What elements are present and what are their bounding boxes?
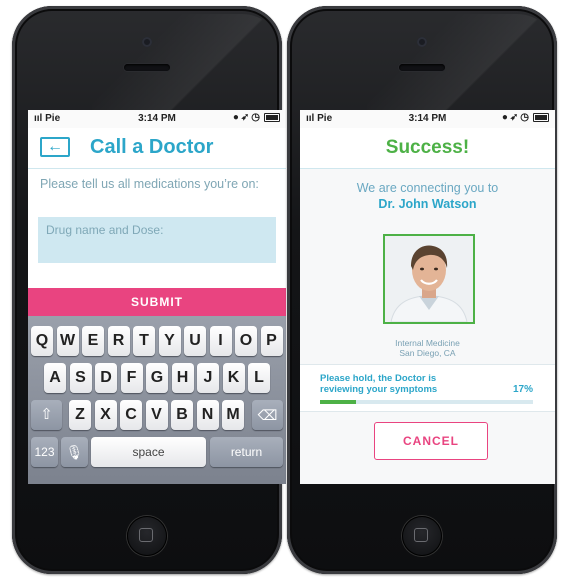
keyboard-row-4: 123 🎙 space return — [28, 437, 286, 474]
key-p[interactable]: P — [260, 326, 283, 356]
back-button[interactable]: ← — [40, 137, 70, 157]
phone-right: ııl Pie 3:14 PM ●➶◷ Success! We are conn… — [287, 6, 557, 574]
space-key[interactable]: space — [91, 437, 206, 467]
lock-icon: ● — [232, 112, 241, 123]
key-m[interactable]: M — [222, 400, 244, 430]
doctor-photo — [383, 234, 475, 324]
keyboard: QWERTYUIOP ASDFGHJKL ⇧ ⌫ ZXCVBNM 123 🎙 s… — [28, 316, 286, 484]
key-g[interactable]: G — [146, 363, 168, 393]
key-z[interactable]: Z — [69, 400, 91, 430]
delete-key[interactable]: ⌫ — [252, 400, 283, 430]
keyboard-row-3: ⇧ ⌫ ZXCVBNM — [28, 400, 286, 437]
key-a[interactable]: A — [44, 363, 66, 393]
key-j[interactable]: J — [197, 363, 219, 393]
key-o[interactable]: O — [235, 326, 257, 356]
success-screen: ııl Pie 3:14 PM ●➶◷ Success! We are conn… — [300, 110, 555, 484]
key-i[interactable]: I — [209, 326, 232, 356]
key-r[interactable]: R — [107, 326, 130, 356]
key-l[interactable]: L — [248, 363, 270, 393]
doctor-specialty: Internal Medicine — [395, 338, 460, 348]
progress-percent: 17% — [512, 384, 533, 395]
return-key[interactable]: return — [210, 437, 283, 467]
progress-fill — [320, 400, 357, 404]
drug-input-placeholder: Drug name and Dose: — [46, 223, 164, 237]
medications-prompt: Please tell us all medications you’re on… — [40, 177, 259, 191]
hold-message: Please hold, the Doctor is reviewing you… — [320, 373, 438, 395]
nav-bar: ← Call a Doctor — [28, 128, 286, 169]
keyboard-row-1: QWERTYUIOP — [28, 326, 286, 363]
backspace-icon: ⌫ — [257, 407, 278, 423]
cancel-button[interactable]: CANCEL — [374, 422, 488, 460]
drug-input[interactable]: Drug name and Dose: — [38, 217, 276, 263]
dictation-key[interactable]: 🎙 — [61, 437, 88, 467]
lock-icon: ● — [501, 112, 510, 123]
status-bar: ııl Pie 3:14 PM ●➶◷ — [300, 110, 555, 128]
connecting-text: We are connecting you to — [356, 181, 499, 195]
camera — [142, 37, 152, 47]
shift-icon: ⇧ — [40, 406, 53, 423]
battery-icon — [264, 112, 280, 122]
progress-section: Please hold, the Doctor is reviewing you… — [300, 364, 555, 412]
key-d[interactable]: D — [95, 363, 117, 393]
alarm-icon: ◷ — [251, 112, 262, 123]
progress-track — [320, 400, 533, 404]
doctor-portrait-icon — [385, 236, 473, 322]
key-u[interactable]: U — [184, 326, 206, 356]
numbers-key[interactable]: 123 — [31, 437, 58, 467]
key-c[interactable]: C — [120, 400, 142, 430]
microphone-icon: 🎙 — [65, 444, 84, 460]
keyboard-row-2: ASDFGHJKL — [28, 363, 286, 400]
earpiece-speaker — [124, 64, 170, 71]
status-icons: ●➶◷ — [502, 112, 549, 123]
shift-key[interactable]: ⇧ — [31, 400, 62, 430]
call-doctor-screen: ııl Pie 3:14 PM ●➶◷ ← Call a Doctor Plea… — [28, 110, 286, 484]
key-q[interactable]: Q — [31, 326, 53, 356]
key-y[interactable]: Y — [158, 326, 181, 356]
location-icon: ➶ — [509, 112, 521, 123]
key-s[interactable]: S — [69, 363, 92, 393]
success-title: Success! — [300, 128, 555, 169]
key-t[interactable]: T — [133, 326, 155, 356]
doctor-name: Dr. John Watson — [378, 197, 477, 211]
status-icons: ●➶◷ — [233, 112, 280, 123]
location-icon: ➶ — [240, 112, 252, 123]
key-b[interactable]: B — [171, 400, 193, 430]
alarm-icon: ◷ — [520, 112, 531, 123]
camera — [417, 37, 427, 47]
home-button[interactable] — [127, 516, 167, 556]
status-bar: ııl Pie 3:14 PM ●➶◷ — [28, 110, 286, 128]
phone-left: ııl Pie 3:14 PM ●➶◷ ← Call a Doctor Plea… — [12, 6, 286, 574]
key-h[interactable]: H — [171, 363, 194, 393]
earpiece-speaker — [399, 64, 445, 71]
key-n[interactable]: N — [196, 400, 219, 430]
page-title: Call a Doctor — [90, 136, 214, 158]
key-e[interactable]: E — [82, 326, 104, 356]
doctor-info: Internal Medicine San Diego, CA — [300, 338, 555, 358]
arrow-left-icon: ← — [47, 138, 63, 155]
key-f[interactable]: F — [120, 363, 143, 393]
key-x[interactable]: X — [94, 400, 117, 430]
submit-button[interactable]: SUBMIT — [28, 288, 286, 316]
home-button[interactable] — [402, 516, 442, 556]
doctor-location: San Diego, CA — [399, 348, 456, 358]
key-k[interactable]: K — [222, 363, 245, 393]
key-v[interactable]: V — [145, 400, 168, 430]
battery-icon — [533, 112, 549, 122]
key-w[interactable]: W — [56, 326, 79, 356]
